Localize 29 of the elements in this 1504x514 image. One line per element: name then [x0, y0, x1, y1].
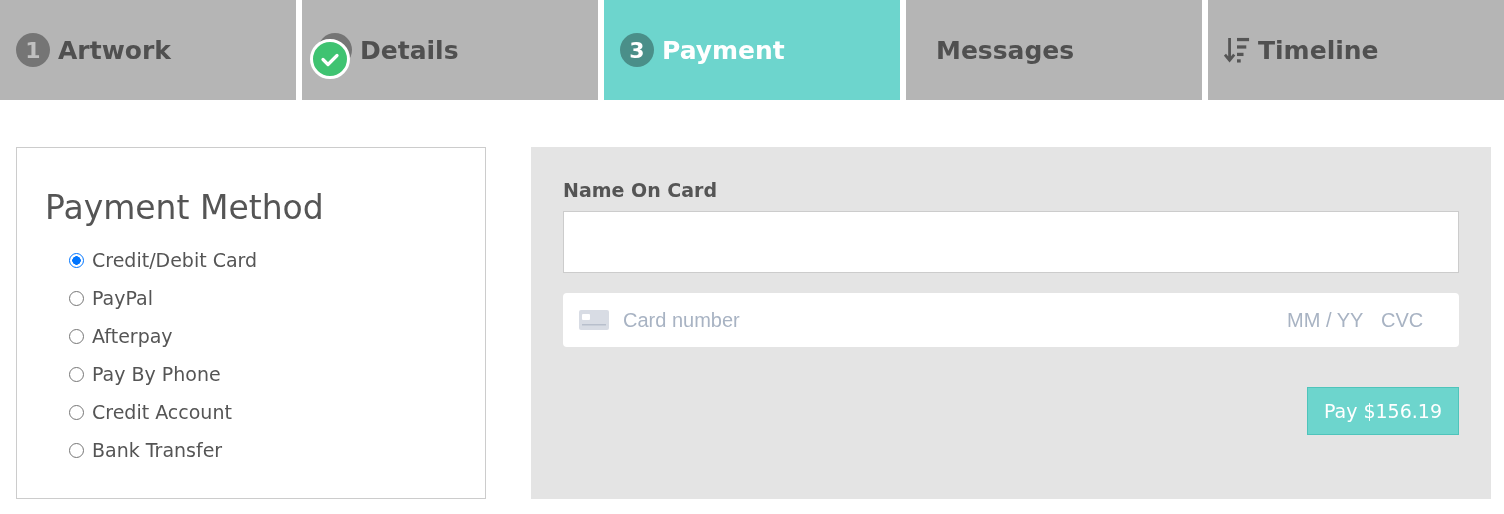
- step-tab[interactable]: Timeline: [1208, 0, 1504, 100]
- option-label[interactable]: Credit Account: [92, 401, 232, 423]
- step-number-badge: 3: [620, 33, 654, 67]
- radio-button[interactable]: [69, 442, 84, 458]
- field-label: Name On Card: [563, 179, 719, 201]
- option-label[interactable]: Credit/Debit Card: [92, 249, 258, 271]
- step-tab[interactable]: Details: [302, 0, 598, 100]
- step-tab[interactable]: 3 Payment: [604, 0, 900, 100]
- option-label[interactable]: Pay By Phone: [92, 363, 221, 385]
- radio-button[interactable]: [69, 366, 84, 382]
- step-tab[interactable]: Messages: [906, 0, 1202, 100]
- option-label[interactable]: Afterpay: [92, 325, 173, 347]
- radio-button[interactable]: [69, 290, 84, 306]
- panel-title: Payment Method: [45, 188, 325, 227]
- name-input-field[interactable]: [563, 211, 1459, 273]
- card-number-input[interactable]: Card number: [623, 308, 1273, 332]
- option-label[interactable]: Bank Transfer: [92, 439, 223, 461]
- radio-button[interactable]: [69, 328, 84, 344]
- step-tab[interactable]: 1 Artwork: [0, 0, 296, 100]
- card-input-field[interactable]: Card number MM / YY CVC: [563, 293, 1459, 347]
- credit-card-icon: [579, 310, 609, 330]
- step-number-badge: 1: [16, 33, 50, 67]
- option-label[interactable]: PayPal: [92, 287, 154, 309]
- cvc-input[interactable]: CVC: [1381, 308, 1429, 332]
- check-icon: [310, 39, 350, 79]
- sort-descending-icon: [1224, 35, 1250, 65]
- expiry-input[interactable]: MM / YY: [1287, 308, 1367, 332]
- radio-button[interactable]: [69, 252, 84, 268]
- radio-button[interactable]: [69, 404, 84, 420]
